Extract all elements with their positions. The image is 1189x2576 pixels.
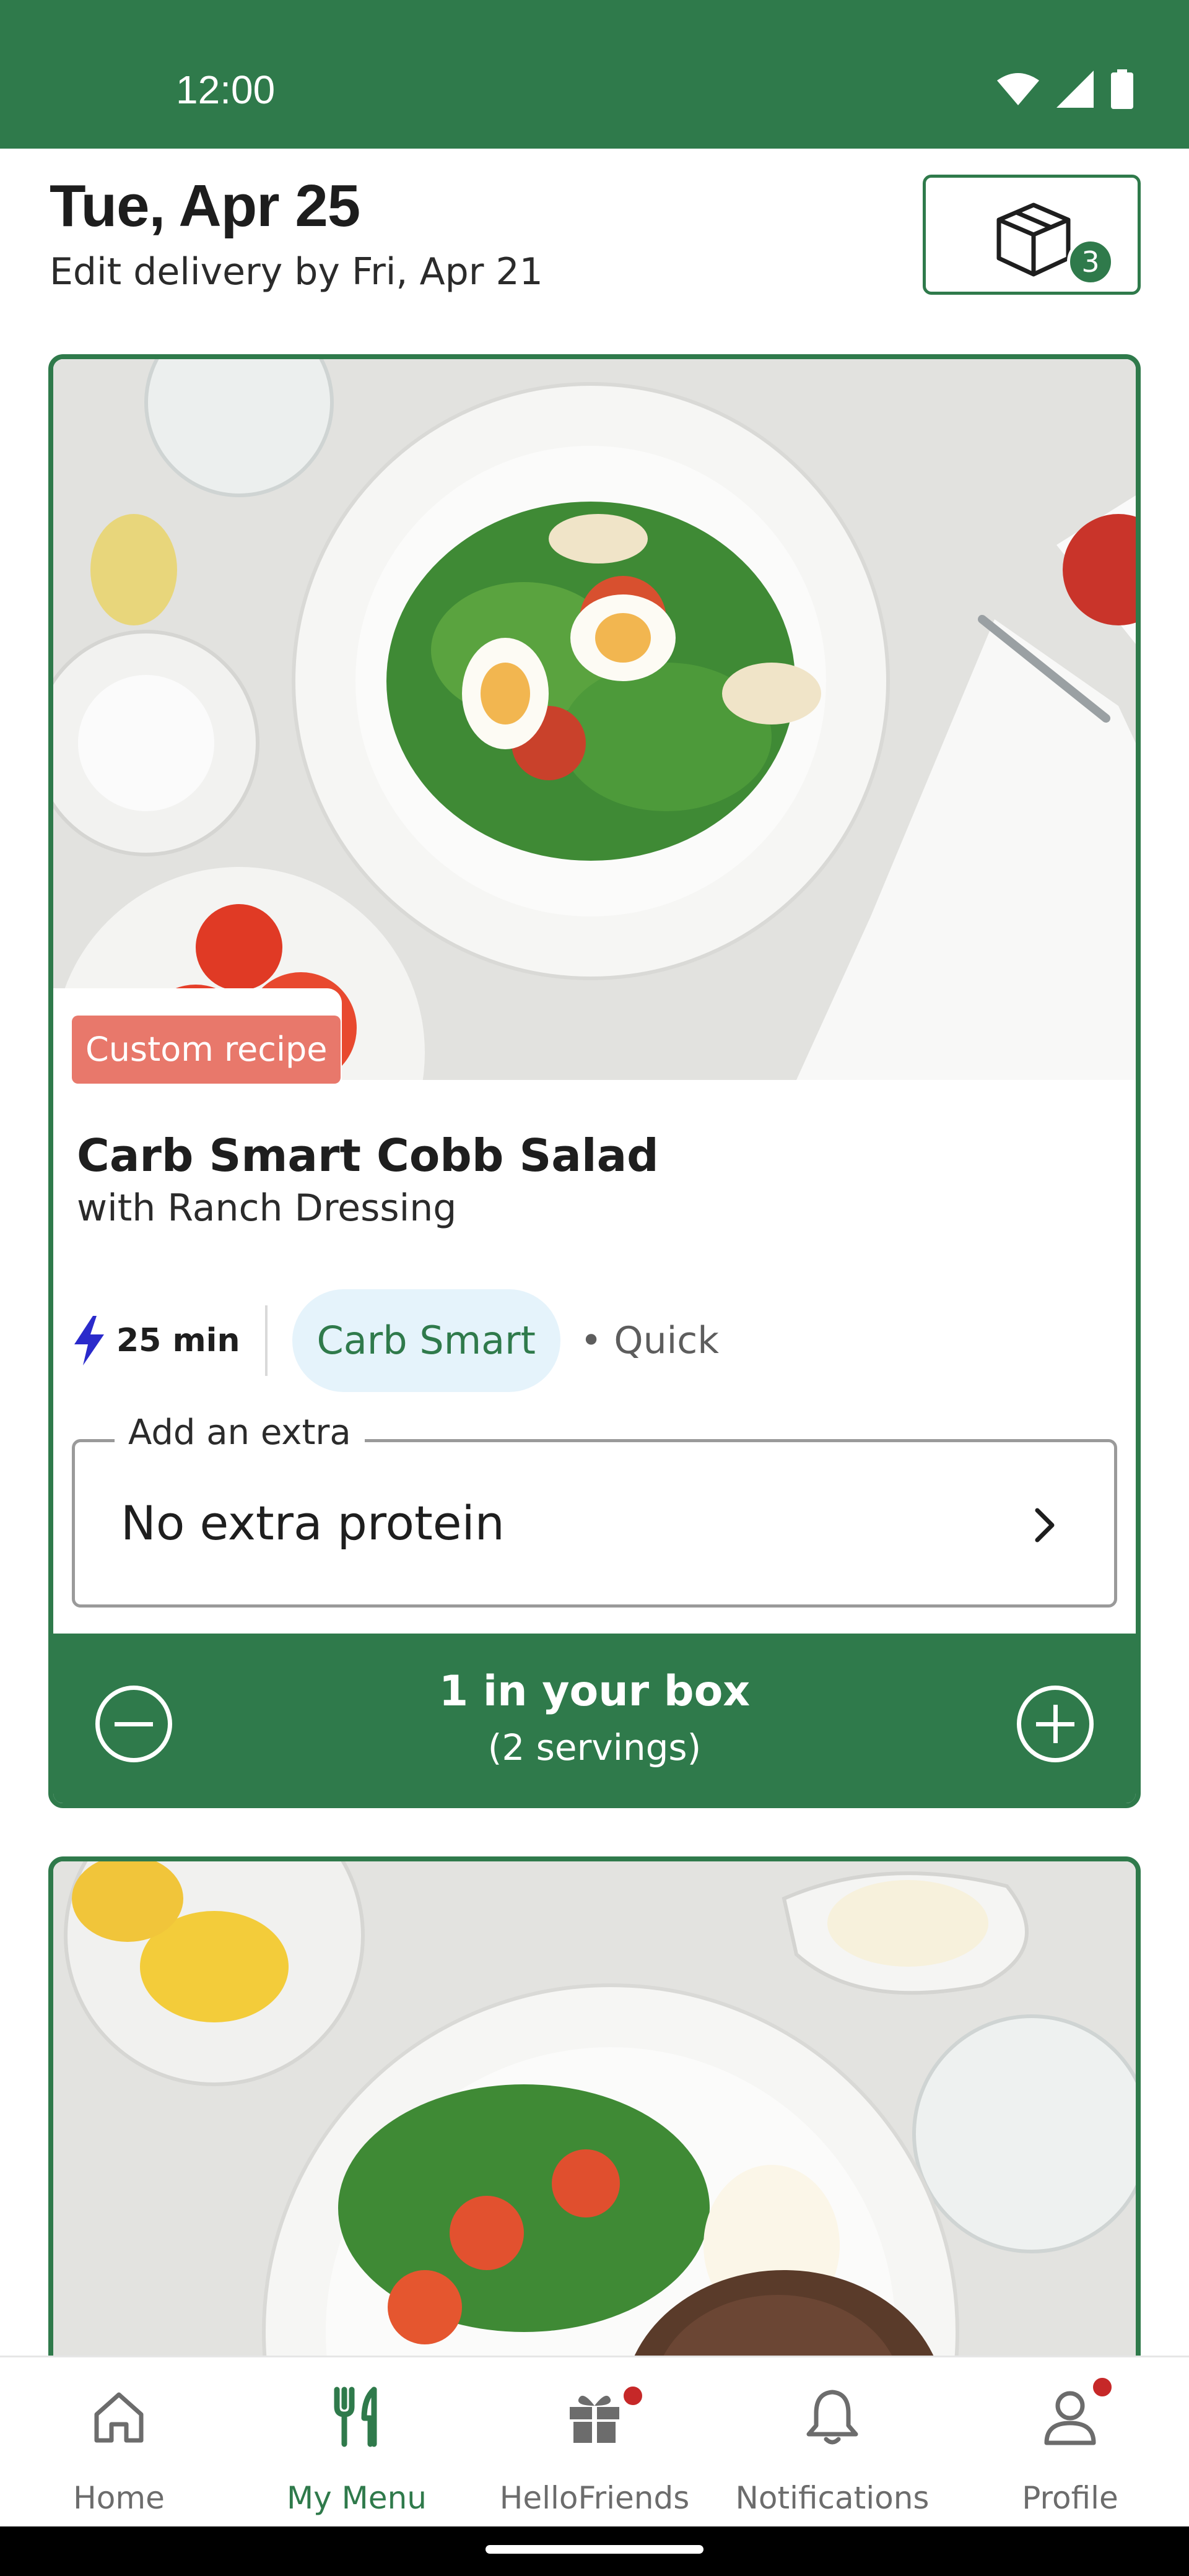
- delivery-date: Tue, Apr 25: [50, 173, 360, 239]
- add-extra-label: Add an extra: [115, 1412, 365, 1453]
- recipe-card[interactable]: Custom recipe Carb Smart Cobb Salad with…: [48, 354, 1141, 1808]
- nav-home-label: Home: [73, 2480, 165, 2516]
- chevron-right-icon: [1035, 1508, 1055, 1543]
- box-count-badge: 3: [1067, 238, 1114, 285]
- custom-recipe-badge: Custom recipe: [72, 1016, 341, 1084]
- battery-icon: [1111, 69, 1133, 109]
- nav-hellofriends-label: HelloFriends: [499, 2480, 690, 2516]
- box-icon: [996, 202, 1071, 277]
- wifi-icon: [997, 73, 1039, 105]
- status-time: 12:00: [176, 67, 276, 112]
- cook-time: 25 min: [72, 1316, 240, 1365]
- bottom-navigation: Home My Menu HelloFriends Notifications: [0, 2356, 1189, 2526]
- status-icons: [997, 69, 1133, 109]
- quantity-servings: (2 servings): [487, 1726, 702, 1769]
- nav-home[interactable]: Home: [0, 2357, 238, 2526]
- recipe-image[interactable]: [53, 359, 1136, 1080]
- home-icon: [94, 2392, 144, 2443]
- lightning-icon: [74, 1316, 104, 1365]
- add-extra-select[interactable]: Add an extra No extra protein: [72, 1412, 1117, 1608]
- hellofriends-notification-dot: [621, 2383, 645, 2408]
- nav-notifications[interactable]: Notifications: [713, 2357, 951, 2526]
- recipe-subtitle: with Ranch Dressing: [77, 1186, 457, 1230]
- quantity-count: 1 in your box: [438, 1667, 751, 1716]
- recipe-meta: 25 min Carb Smart • Quick: [72, 1288, 719, 1393]
- nav-notifications-label: Notifications: [735, 2480, 930, 2516]
- quick-tag: • Quick: [580, 1319, 720, 1362]
- edit-deadline-text: Edit delivery by Fri, Apr 21: [50, 250, 543, 294]
- signal-icon: [1056, 71, 1094, 108]
- gesture-area: [0, 2526, 1189, 2576]
- profile-notification-dot: [1090, 2375, 1115, 2400]
- nav-profile-label: Profile: [1022, 2480, 1118, 2516]
- recipe-title[interactable]: Carb Smart Cobb Salad: [77, 1129, 659, 1181]
- home-gesture-bar[interactable]: [486, 2545, 703, 2554]
- quantity-bar: 1 in your box (2 servings): [53, 1634, 1136, 1803]
- increase-quantity-button[interactable]: [1017, 1686, 1094, 1762]
- box-button[interactable]: 3: [923, 175, 1141, 295]
- carb-smart-tag: Carb Smart: [292, 1289, 560, 1392]
- nav-profile[interactable]: Profile: [951, 2357, 1189, 2526]
- meta-divider: [264, 1305, 268, 1376]
- cook-time-label: 25 min: [116, 1322, 240, 1359]
- nav-my-menu[interactable]: My Menu: [238, 2357, 476, 2526]
- fork-knife-icon: [334, 2387, 377, 2447]
- nav-hellofriends[interactable]: HelloFriends: [476, 2357, 713, 2526]
- nav-my-menu-label: My Menu: [287, 2480, 427, 2516]
- status-bar: 12:00: [0, 0, 1189, 149]
- gift-icon: [570, 2395, 619, 2443]
- bell-icon: [806, 2390, 858, 2445]
- add-extra-value: No extra protein: [121, 1495, 505, 1551]
- profile-icon: [1044, 2391, 1096, 2445]
